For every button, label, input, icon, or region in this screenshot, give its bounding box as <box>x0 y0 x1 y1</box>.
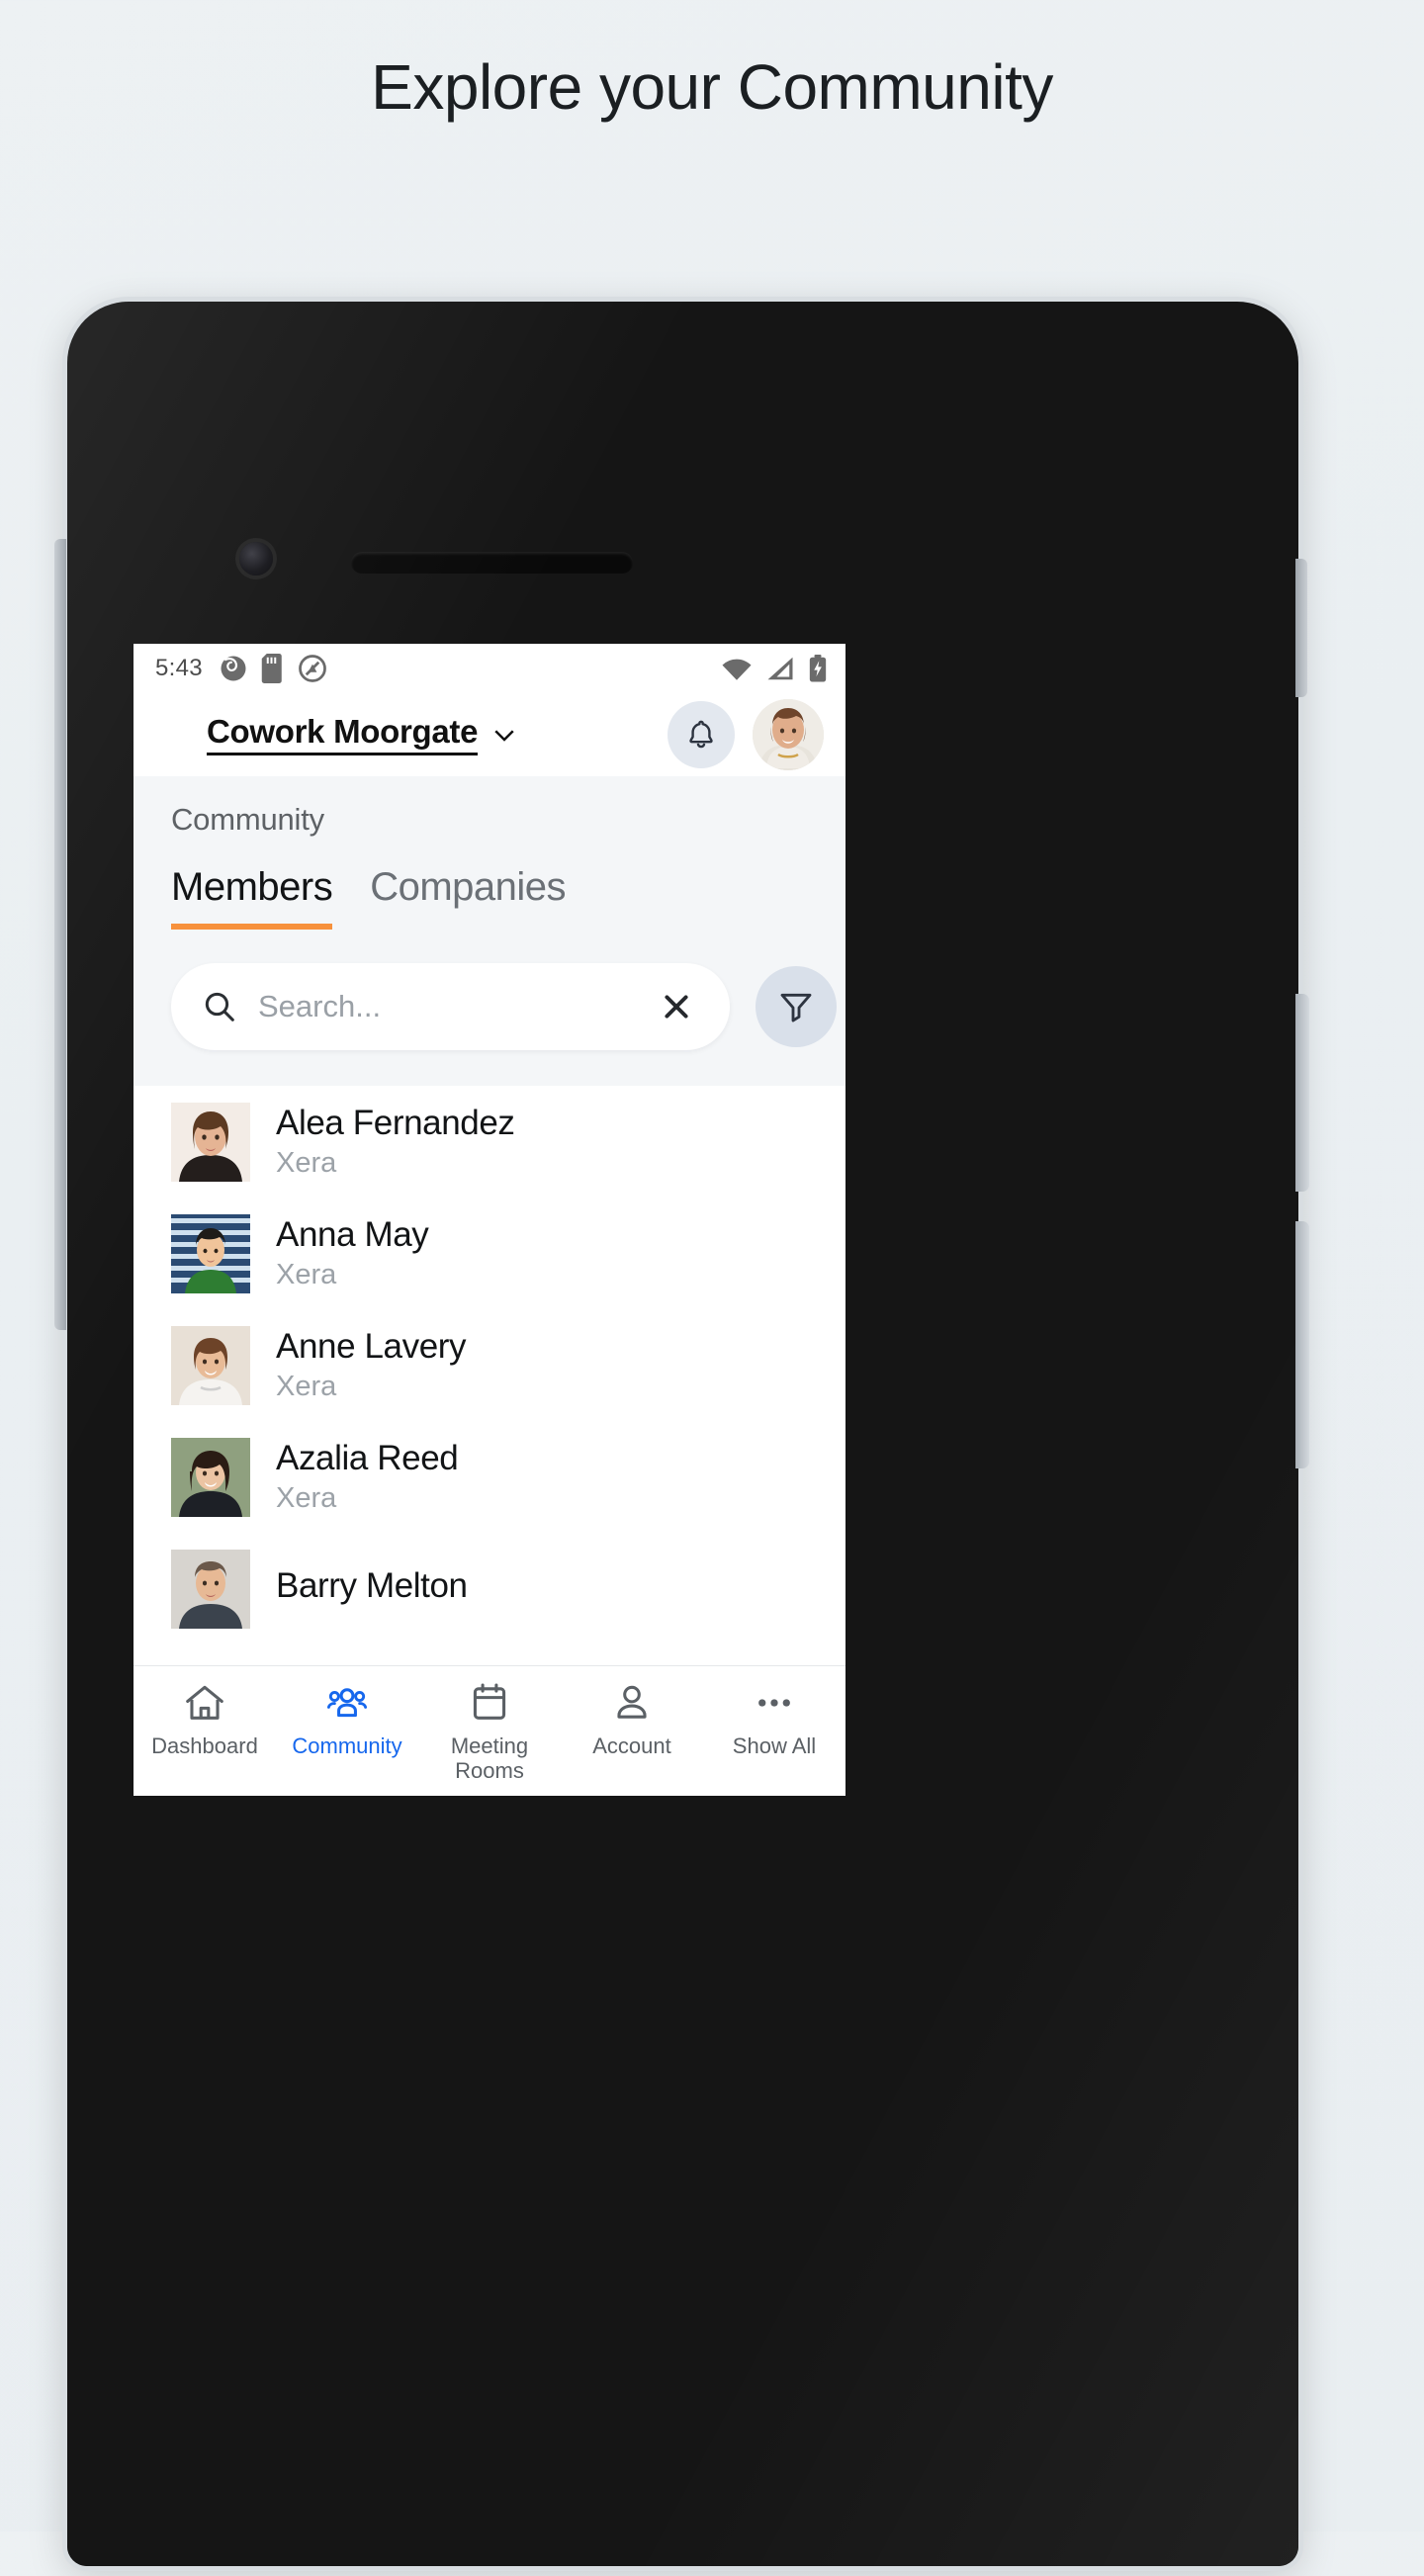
member-name: Anne Lavery <box>276 1327 467 1367</box>
tab-members[interactable]: Members <box>171 865 333 930</box>
list-item[interactable]: Anna May Xera <box>134 1198 846 1309</box>
search-icon <box>201 988 238 1025</box>
search-row <box>134 930 846 1086</box>
calendar-icon <box>467 1680 512 1726</box>
nav-item-meeting-rooms[interactable]: Meeting Rooms <box>418 1680 561 1783</box>
bell-icon <box>683 717 719 753</box>
member-info: Anne Lavery Xera <box>276 1327 467 1402</box>
notifications-button[interactable] <box>668 700 735 768</box>
chevron-down-icon <box>490 720 519 750</box>
bottom-navigation: Dashboard Community Meeting Rooms Accoun… <box>134 1665 846 1796</box>
cellular-signal-icon <box>765 656 795 681</box>
phone-volume-up-button[interactable] <box>1295 994 1309 1192</box>
nav-item-account[interactable]: Account <box>561 1680 703 1759</box>
member-list: Alea Fernandez Xera Anna May Xera Anne L… <box>134 1086 846 1644</box>
venue-selector[interactable]: Cowork Moorgate <box>207 713 519 755</box>
nav-item-show-all[interactable]: Show All <box>703 1680 846 1759</box>
nav-label: Show All <box>732 1733 817 1758</box>
member-name: Alea Fernandez <box>276 1104 515 1143</box>
member-name: Azalia Reed <box>276 1439 459 1478</box>
status-bar: 5:43 <box>134 644 846 692</box>
member-company: Xera <box>276 1481 337 1514</box>
avatar-image <box>753 698 824 770</box>
section-title: Community <box>171 802 324 837</box>
avatar[interactable] <box>753 698 824 770</box>
status-bar-right-icons <box>721 654 828 682</box>
page-title: Explore your Community <box>371 51 1053 123</box>
nav-item-community[interactable]: Community <box>276 1680 418 1759</box>
member-company: Xera <box>276 1146 337 1179</box>
list-item[interactable]: Azalia Reed Xera <box>134 1421 846 1533</box>
filter-button[interactable] <box>756 966 837 1047</box>
person-icon <box>609 1680 655 1726</box>
tab-bar: Members Companies <box>134 838 846 930</box>
tab-companies[interactable]: Companies <box>370 865 566 930</box>
member-name: Barry Melton <box>276 1566 468 1606</box>
wifi-icon <box>721 656 753 681</box>
member-info: Barry Melton <box>276 1566 468 1610</box>
phone-mockup: 5:43 Cowork Moorgate Community Members C… <box>54 302 1365 2576</box>
community-section-header: Community Members Companies <box>134 776 846 1086</box>
member-info: Anna May Xera <box>276 1215 429 1290</box>
phone-chin <box>67 1796 1298 2566</box>
nav-label: Community <box>292 1733 402 1758</box>
avatar <box>171 1325 250 1405</box>
avatar <box>171 1102 250 1182</box>
filter-funnel-icon <box>776 987 816 1026</box>
app-bar: Cowork Moorgate <box>134 692 846 776</box>
list-item[interactable]: Alea Fernandez Xera <box>134 1086 846 1198</box>
camera-aperture-icon <box>219 654 248 683</box>
member-info: Alea Fernandez Xera <box>276 1104 515 1179</box>
avatar <box>171 1437 250 1517</box>
phone-side-rail-left <box>54 539 66 1330</box>
status-time: 5:43 <box>155 654 203 681</box>
ellipsis-icon <box>752 1680 797 1726</box>
search-box[interactable] <box>171 963 730 1050</box>
nav-label: Dashboard <box>151 1733 258 1758</box>
avatar <box>171 1213 250 1293</box>
list-item[interactable]: Anne Lavery Xera <box>134 1309 846 1421</box>
nav-item-dashboard[interactable]: Dashboard <box>134 1680 276 1759</box>
member-info: Azalia Reed Xera <box>276 1439 459 1514</box>
nav-label: Meeting Rooms <box>450 1733 529 1783</box>
people-group-icon <box>324 1680 370 1726</box>
home-icon <box>182 1680 227 1726</box>
close-icon[interactable] <box>653 983 700 1030</box>
app-bar-actions <box>668 698 824 770</box>
front-camera-icon <box>239 542 273 576</box>
phone-screen: 5:43 Cowork Moorgate Community Members C… <box>134 644 846 1796</box>
search-input[interactable] <box>258 989 653 1024</box>
list-item[interactable]: Barry Melton <box>134 1533 846 1644</box>
venue-name-label: Cowork Moorgate <box>207 713 478 755</box>
phone-volume-down-button[interactable] <box>1295 1221 1309 1468</box>
member-company: Xera <box>276 1258 337 1290</box>
member-company: Xera <box>276 1370 337 1402</box>
battery-charging-icon <box>808 654 828 682</box>
phone-power-button[interactable] <box>1295 559 1307 697</box>
avatar <box>171 1549 250 1629</box>
member-name: Anna May <box>276 1215 429 1255</box>
nav-label: Account <box>592 1733 671 1758</box>
circle-slash-icon <box>298 654 327 683</box>
sd-card-icon <box>261 653 285 683</box>
earpiece-speaker <box>351 552 633 574</box>
